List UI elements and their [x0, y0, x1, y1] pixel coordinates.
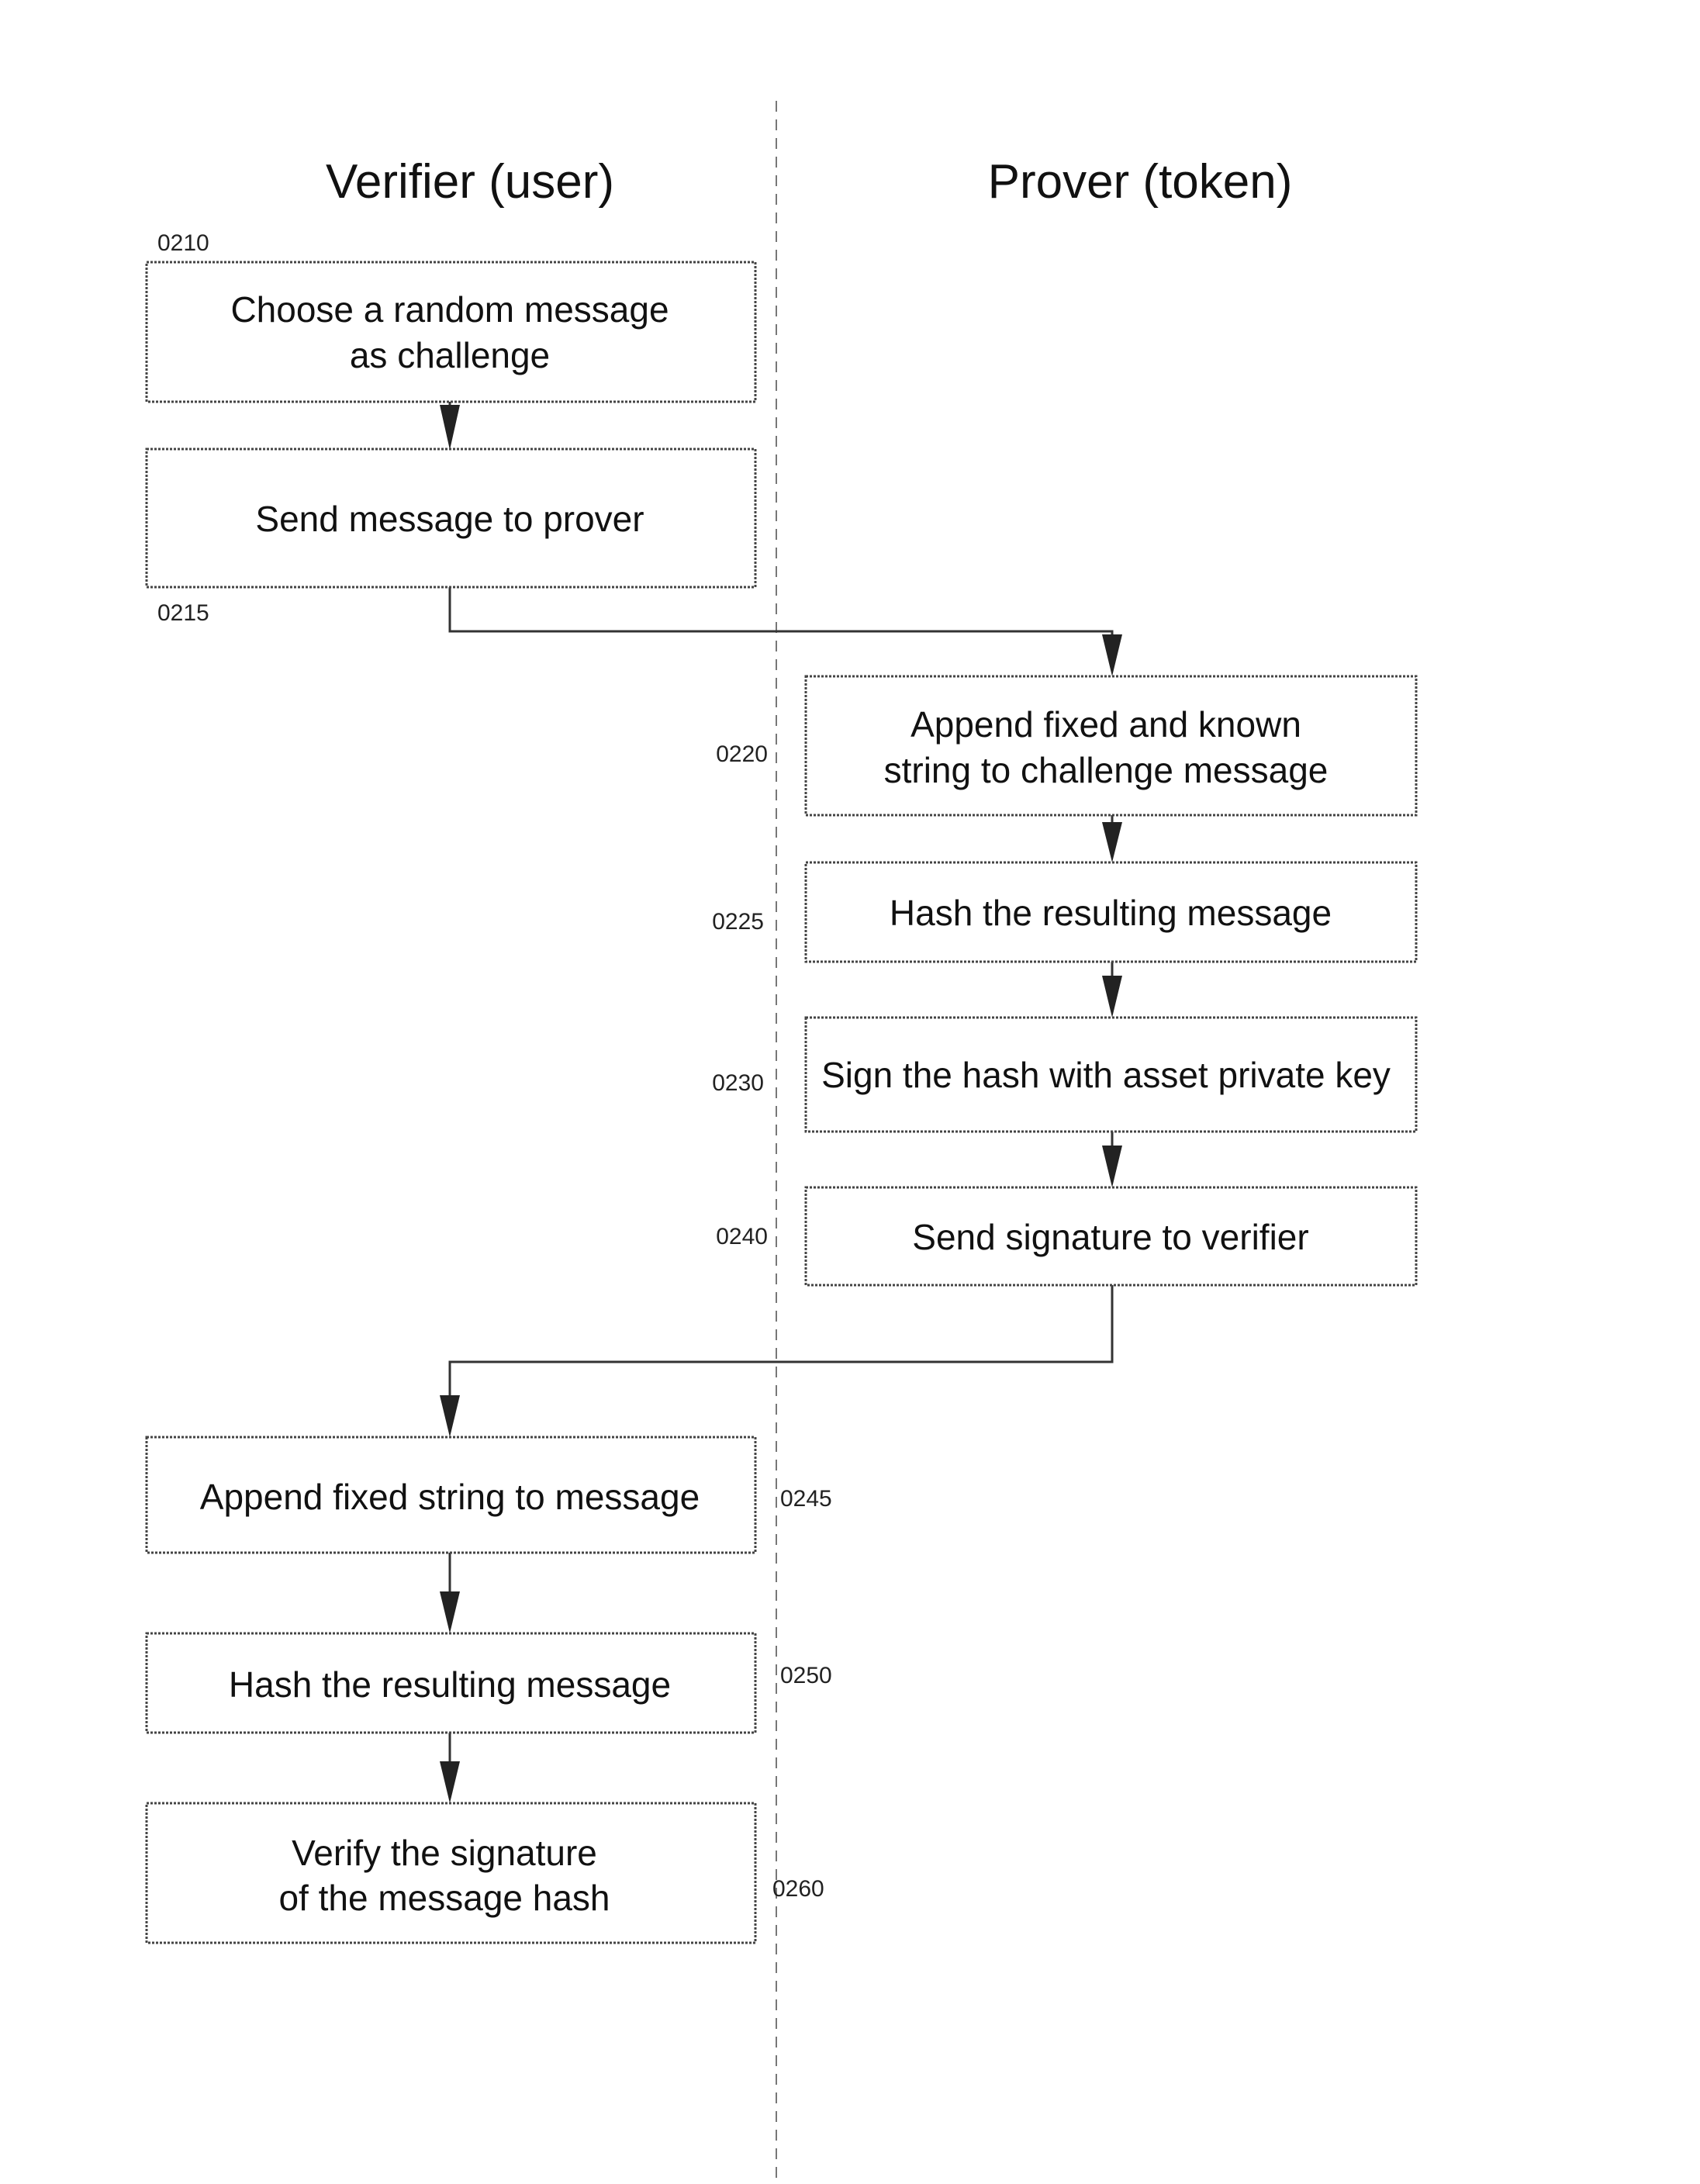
- step-0240: Send signature to verifier 0240: [716, 1186, 1418, 1287]
- step-text-line: Verify the signature: [292, 1833, 597, 1873]
- step-text-line: of the message hash: [278, 1878, 610, 1918]
- step-text-line: Hash the resulting message: [229, 1664, 671, 1705]
- flowchart: Verifier (user) Prover (token) Choose a …: [145, 101, 1418, 2184]
- step-ref-label: 0245: [780, 1486, 832, 1512]
- step-ref-label: 0240: [716, 1224, 768, 1249]
- step-box: [145, 261, 757, 403]
- step-text-line: Sign the hash with asset private key: [821, 1055, 1391, 1095]
- arrow-down-icon: [1102, 1146, 1122, 1187]
- step-0250: Hash the resulting message 0250: [145, 1632, 832, 1734]
- step-ref-label: 0210: [157, 230, 209, 256]
- step-ref-label: 0215: [157, 600, 209, 626]
- step-text-line: Send signature to verifier: [912, 1217, 1308, 1257]
- step-text-line: Choose a random message: [230, 289, 669, 330]
- connector-0240-0245: [448, 1285, 1114, 1428]
- arrow-down-icon: [440, 1395, 460, 1437]
- step-text-line: Append fixed and known: [910, 704, 1301, 745]
- arrow-down-icon: [440, 1591, 460, 1633]
- step-ref-label: 0225: [712, 909, 764, 935]
- step-box: [145, 1802, 757, 1944]
- step-text-line: Send message to prover: [255, 499, 644, 539]
- arrow-down-icon: [1102, 976, 1122, 1018]
- step-ref-label: 0220: [716, 741, 768, 767]
- arrow-down-icon: [440, 405, 460, 450]
- arrow-down-icon: [1102, 822, 1122, 862]
- step-text-line: string to challenge message: [884, 750, 1329, 790]
- step-ref-label: 0250: [780, 1663, 832, 1688]
- step-text-line: Append fixed string to message: [200, 1477, 700, 1517]
- step-0245: Append fixed string to message 0245: [145, 1436, 832, 1554]
- step-text-line: Hash the resulting message: [890, 893, 1332, 933]
- step-ref-label: 0260: [772, 1876, 824, 1902]
- arrow-down-icon: [440, 1761, 460, 1803]
- step-0260: Verify the signature of the message hash…: [145, 1802, 824, 1944]
- step-0225: Hash the resulting message 0225: [712, 861, 1418, 963]
- connector-0215-0220: [448, 587, 1114, 667]
- lane-title-prover: Prover (token): [988, 155, 1293, 209]
- step-box: [804, 675, 1418, 817]
- step-0210: Choose a random message as challenge 021…: [145, 230, 757, 403]
- step-ref-label: 0230: [712, 1070, 764, 1096]
- step-0220: Append fixed and known string to challen…: [716, 675, 1418, 817]
- arrow-down-icon: [1102, 634, 1122, 676]
- step-text-line: as challenge: [350, 335, 550, 375]
- step-0230: Sign the hash with asset private key 023…: [712, 1016, 1418, 1133]
- lane-title-verifier: Verifier (user): [326, 155, 614, 209]
